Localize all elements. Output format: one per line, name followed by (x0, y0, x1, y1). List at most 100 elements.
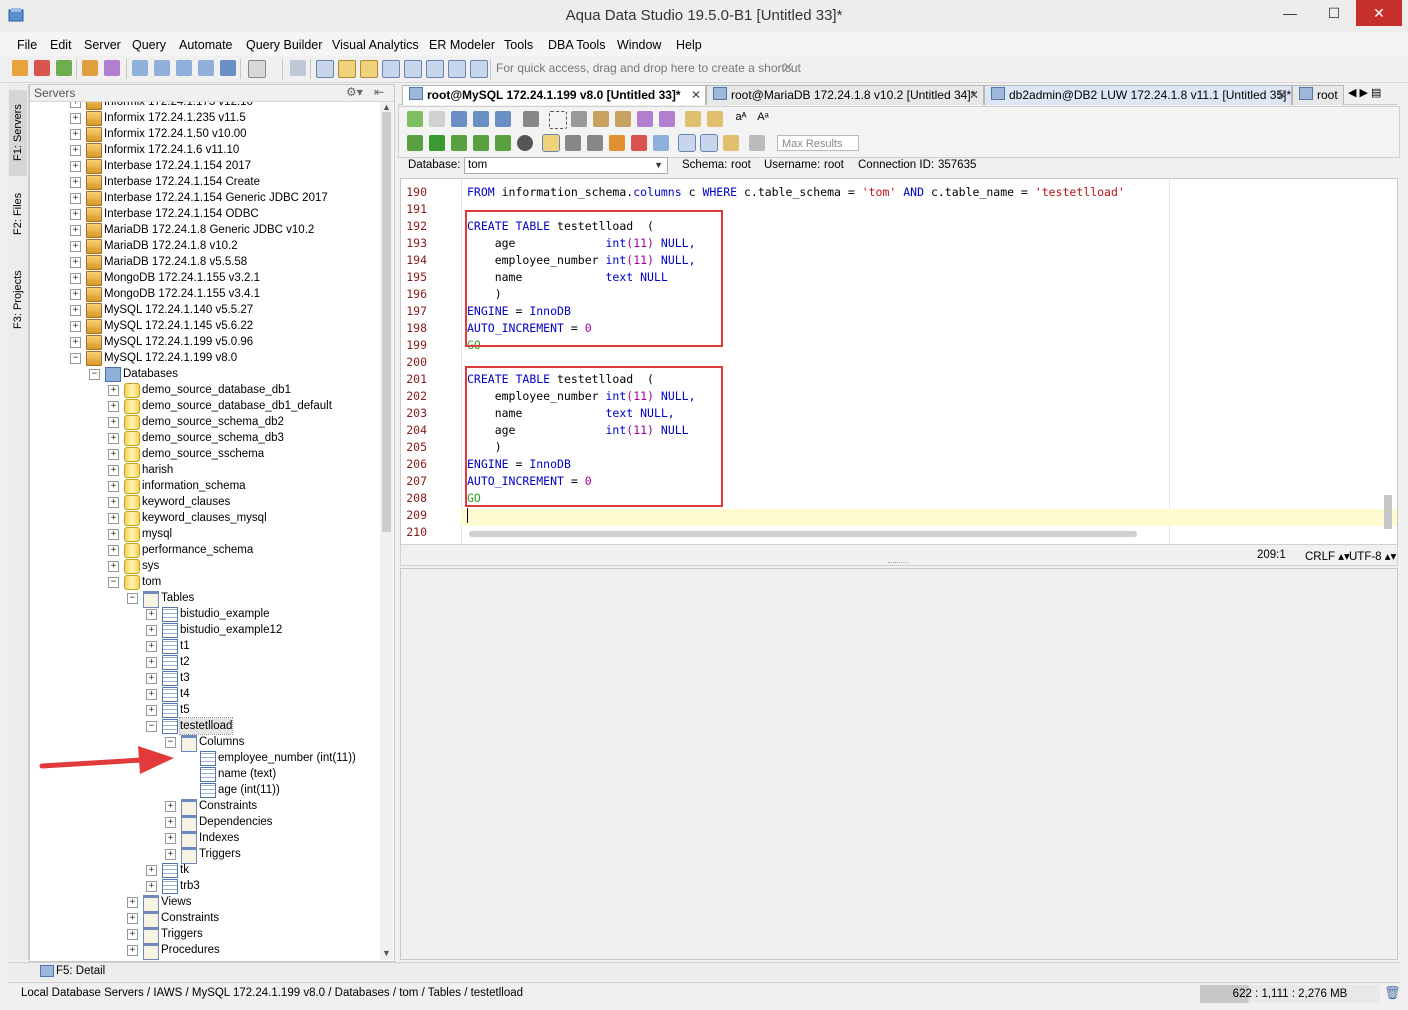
lowercase-icon[interactable]: Aᵃ (755, 111, 771, 127)
expand-icon[interactable]: + (70, 102, 81, 108)
server-node[interactable]: + MySQL 172.24.1.140 v5.5.27 (30, 302, 380, 318)
server-node[interactable]: + Interbase 172.24.1.154 Generic JDBC 201… (30, 190, 380, 206)
database-node[interactable]: + demo_source_sschema (30, 446, 380, 462)
server-node[interactable]: − MySQL 172.24.1.199 v8.0 (30, 350, 380, 366)
connect-icon[interactable] (56, 60, 72, 76)
save-icon[interactable] (451, 111, 467, 127)
table-node[interactable]: + t2 (30, 654, 380, 670)
expand-icon[interactable]: + (108, 529, 119, 540)
expand-icon[interactable]: + (70, 289, 81, 300)
expand-icon[interactable]: + (108, 385, 119, 396)
tab-untitled-35[interactable]: db2admin@DB2 LUW 172.24.1.8 v11.1 [Untit… (984, 85, 1292, 105)
expand-icon[interactable]: + (108, 449, 119, 460)
server-node[interactable]: + Informix 172.24.1.50 v10.00 (30, 126, 380, 142)
maximize-button[interactable]: ☐ (1312, 0, 1356, 26)
expand-icon[interactable]: + (127, 945, 138, 956)
tab-files[interactable]: F2: Files (9, 182, 27, 246)
database-node[interactable]: + harish (30, 462, 380, 478)
menu-visual-analytics[interactable]: Visual Analytics (332, 38, 419, 52)
expand-icon[interactable]: + (70, 241, 81, 252)
expand-icon[interactable]: + (165, 817, 176, 828)
expand-icon[interactable]: + (108, 497, 119, 508)
menu-file[interactable]: File (17, 38, 37, 52)
expand-icon[interactable]: + (146, 705, 157, 716)
database-child-folder[interactable]: + Procedures (30, 942, 380, 960)
execute-edit-icon[interactable] (495, 135, 511, 151)
expand-icon[interactable]: + (146, 865, 157, 876)
database-node[interactable]: + keyword_clauses (30, 494, 380, 510)
servers-scroll-thumb[interactable] (382, 112, 391, 532)
expand-icon[interactable]: + (70, 113, 81, 124)
garbage-collect-icon[interactable]: 🗑 (1384, 985, 1401, 1001)
databases-node[interactable]: − Databases (30, 366, 380, 382)
table-child-folder[interactable]: + Constraints (30, 798, 380, 816)
tab-close-icon[interactable]: ✕ (969, 86, 979, 105)
table-node[interactable]: + t1 (30, 638, 380, 654)
gear-icon[interactable]: ⚙▾ (346, 85, 363, 99)
menu-dba-tools[interactable]: DBA Tools (548, 38, 605, 52)
database-node[interactable]: + performance_schema (30, 542, 380, 558)
collapse-icon[interactable]: − (89, 369, 100, 380)
tab-nav-icons[interactable]: ◀ ▶ ▤ (1348, 86, 1381, 99)
database-child-folder[interactable]: + Constraints (30, 910, 380, 928)
expand-icon[interactable]: + (108, 545, 119, 556)
server-node[interactable]: + MongoDB 172.24.1.155 v3.2.1 (30, 270, 380, 286)
database-node[interactable]: + sys (30, 558, 380, 574)
expand-icon[interactable]: + (165, 801, 176, 812)
expand-icon[interactable]: + (70, 305, 81, 316)
query-builder-icon[interactable] (176, 60, 192, 76)
expand-icon[interactable]: + (108, 513, 119, 524)
menu-automate[interactable]: Automate (179, 38, 233, 52)
table-node[interactable]: + trb3 (30, 878, 380, 894)
table-child-folder[interactable]: + Dependencies (30, 814, 380, 832)
table-node[interactable]: + tk (30, 862, 380, 878)
expand-icon[interactable]: + (70, 225, 81, 236)
expand-icon[interactable]: + (165, 833, 176, 844)
expand-icon[interactable]: + (108, 401, 119, 412)
database-select[interactable]: tom ▼ (464, 157, 668, 174)
scroll-up-icon[interactable]: ▲ (382, 102, 391, 112)
table-node[interactable]: + t3 (30, 670, 380, 686)
collapse-icon[interactable]: − (127, 593, 138, 604)
cut-icon[interactable] (571, 111, 587, 127)
scroll-down-icon[interactable]: ▼ (382, 948, 391, 958)
server-node[interactable]: + MySQL 172.24.1.199 v5.0.96 (30, 334, 380, 350)
split-view-icon[interactable] (404, 60, 422, 78)
expand-icon[interactable]: + (70, 161, 81, 172)
execute-script-icon[interactable] (451, 135, 467, 151)
menu-edit[interactable]: Edit (50, 38, 72, 52)
table-node[interactable]: + t4 (30, 686, 380, 702)
new-query-icon[interactable] (407, 111, 423, 127)
expand-icon[interactable]: + (70, 321, 81, 332)
expand-icon[interactable]: + (108, 433, 119, 444)
database-node[interactable]: + information_schema (30, 478, 380, 494)
table-node[interactable]: + bistudio_example12 (30, 622, 380, 638)
menu-tools[interactable]: Tools (504, 38, 533, 52)
er-diagram-icon[interactable] (360, 60, 378, 78)
menu-window[interactable]: Window (617, 38, 661, 52)
execute-icon[interactable] (429, 135, 445, 151)
server-node[interactable]: + Interbase 172.24.1.154 2017 (30, 158, 380, 174)
results-grid-icon[interactable] (678, 134, 696, 152)
list-view-icon[interactable] (426, 60, 444, 78)
expand-icon[interactable]: + (108, 417, 119, 428)
expand-icon[interactable]: + (70, 177, 81, 188)
auto-commit-icon[interactable] (542, 134, 560, 152)
compare-icon[interactable] (338, 60, 356, 78)
open-file-icon[interactable] (248, 60, 266, 78)
database-node[interactable]: − tom (30, 574, 380, 590)
table-data-editor-icon[interactable] (198, 60, 214, 76)
server-tree[interactable]: + Informix 172.24.1.175 v12.10 + Informix 1… (30, 102, 380, 960)
query-window-icon[interactable] (132, 60, 148, 76)
collapse-icon[interactable]: − (146, 721, 157, 732)
database-child-folder[interactable]: + Triggers (30, 926, 380, 944)
execute-selected-icon[interactable] (473, 135, 489, 151)
expand-icon[interactable]: + (127, 913, 138, 924)
editor-vertical-scroll-thumb[interactable] (1384, 495, 1392, 529)
expand-icon[interactable]: + (108, 481, 119, 492)
database-node[interactable]: + demo_source_database_db1_default (30, 398, 380, 414)
database-node[interactable]: + keyword_clauses_mysql (30, 510, 380, 526)
redo-icon[interactable] (659, 111, 675, 127)
grid-view-icon[interactable] (316, 60, 334, 78)
execute-all-icon[interactable] (407, 135, 423, 151)
